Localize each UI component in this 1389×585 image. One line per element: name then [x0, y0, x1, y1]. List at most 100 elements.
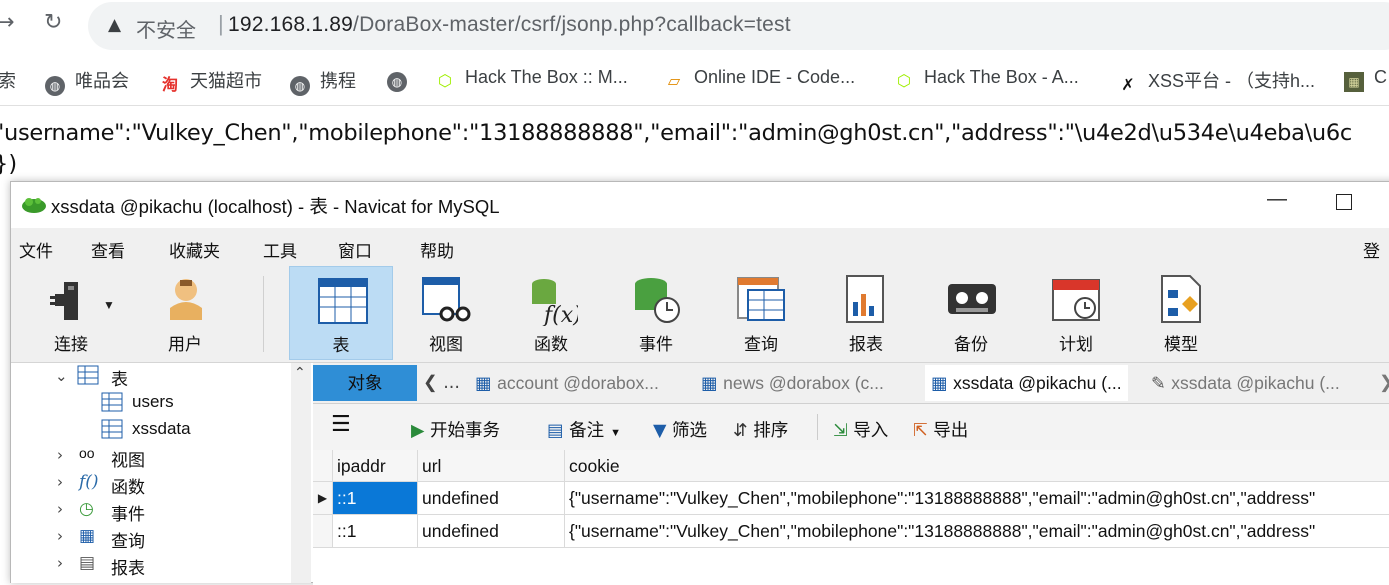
toolbar-label: 表	[332, 336, 350, 355]
maximize-icon[interactable]	[1336, 194, 1352, 210]
bookmark-item[interactable]: ◍ 携程	[290, 67, 356, 96]
toolbar-label: 报表	[849, 335, 883, 354]
tab-account[interactable]: ▦ account @dorabox...	[475, 365, 659, 401]
toolbar-table-button[interactable]: 表	[289, 266, 393, 360]
tree-tables-folder[interactable]: 表	[111, 365, 128, 390]
omnibox[interactable]: ▲ 不安全 | 192.168.1.89/DoraBox-master/csrf…	[88, 2, 1389, 50]
import-button[interactable]: ⇲ 导入	[833, 417, 888, 442]
tab-xssdata-design[interactable]: ✎ xssdata @pikachu (...	[1151, 365, 1340, 401]
filter-button[interactable]: ▼ 筛选	[653, 417, 707, 442]
toolbar-query-button[interactable]: 查询	[709, 266, 813, 360]
url-text[interactable]: 192.168.1.89/DoraBox-master/csrf/jsonp.p…	[228, 13, 791, 37]
toolbar-backup-button[interactable]: 备份	[919, 266, 1023, 360]
column-header-url[interactable]: url	[418, 450, 565, 482]
tree-queries-folder[interactable]: 查询	[111, 527, 145, 552]
xss-icon: ✗	[1121, 75, 1135, 94]
export-icon: ⇱	[913, 421, 934, 441]
menu-view[interactable]: 查看	[91, 237, 125, 262]
calendar-clock-icon	[1052, 279, 1100, 321]
navicat-logo-icon	[22, 198, 46, 213]
begin-transaction-button[interactable]: ▶ 开始事务	[411, 417, 500, 442]
bookmark-item[interactable]: 淘天猫超市	[160, 67, 262, 95]
cell-url[interactable]: undefined	[418, 482, 565, 515]
bookmark-item[interactable]: ⬡ Hack The Box - A...	[894, 67, 1079, 91]
chevron-right-icon[interactable]: ›	[57, 500, 63, 518]
toolbar-function-button[interactable]: f(x) 函数	[499, 266, 603, 360]
toolbar-schedule-button[interactable]: 计划	[1024, 266, 1128, 360]
tree-item-xssdata[interactable]: xssdata	[132, 419, 191, 439]
column-header-cookie[interactable]: cookie	[565, 450, 1389, 482]
object-tree: ⌄ 表 users xssdata › oo 视图 › f() 函数 › ◷ 事…	[11, 363, 292, 583]
cell-cookie[interactable]: {"username":"Vulkey_Chen","mobilephone":…	[565, 515, 1389, 548]
bookmark-item[interactable]: ◍	[387, 67, 417, 92]
data-grid: ipaddr url cookie ▶ ::1 undefined {"user…	[313, 450, 1389, 585]
tmall-icon: 淘	[161, 75, 178, 94]
chevron-right-icon[interactable]: ›	[57, 446, 63, 464]
toolbar-view-button[interactable]: 视图	[394, 266, 498, 360]
bookmark-item[interactable]: ▱ Online IDE - Code...	[664, 67, 855, 91]
cell-cookie[interactable]: {"username":"Vulkey_Chen","mobilephone":…	[565, 482, 1389, 515]
menu-help[interactable]: 帮助	[420, 237, 454, 262]
query-icon	[737, 277, 785, 321]
bookmark-item[interactable]: 索	[0, 67, 16, 93]
toolbar-label: 计划	[1059, 335, 1093, 354]
forward-arrow-icon[interactable]: →	[0, 10, 14, 35]
cell-ipaddr[interactable]: ::1	[333, 515, 418, 548]
tree-scrollbar[interactable]: ⌃	[291, 363, 311, 583]
export-button[interactable]: ⇱ 导出	[913, 417, 968, 442]
tree-reports-folder[interactable]: 报表	[111, 554, 145, 579]
chevron-right-icon[interactable]: ›	[57, 554, 63, 572]
menu-favorites[interactable]: 收藏夹	[169, 237, 220, 262]
row-indicator[interactable]	[313, 515, 333, 548]
tab-xssdata-active[interactable]: ▦ xssdata @pikachu (...	[925, 365, 1128, 401]
toolbar-report-button[interactable]: 报表	[814, 266, 918, 360]
tree-item-users[interactable]: users	[132, 392, 174, 412]
bookmark-item[interactable]: ⬡ Hack The Box :: M...	[435, 67, 628, 91]
warning-icon[interactable]: ▲	[108, 15, 121, 35]
tab-news[interactable]: ▦ news @dorabox (c...	[701, 365, 884, 401]
chevron-down-icon[interactable]: ▼	[610, 427, 621, 439]
menu-file[interactable]: 文件	[19, 237, 53, 262]
reload-icon[interactable]: ↻	[44, 10, 62, 35]
tab-scroll-right-icon[interactable]: ❯	[1379, 365, 1389, 401]
chevron-right-icon[interactable]: ›	[57, 473, 63, 491]
minimize-icon[interactable]: —	[1267, 188, 1287, 211]
htb-cube-icon: ⬡	[897, 71, 911, 90]
dropdown-caret-icon[interactable]: ▼	[103, 298, 115, 312]
transaction-icon: ▶	[411, 421, 431, 441]
menu-window[interactable]: 窗口	[338, 237, 372, 262]
menu-icon[interactable]: ☰	[331, 412, 351, 437]
note-button[interactable]: ▤ 备注 ▼	[547, 417, 621, 442]
toolbar-user-button[interactable]: 用户	[133, 266, 237, 360]
toolbar-connection-button[interactable]: ▼ 连接	[19, 266, 123, 360]
sort-button[interactable]: ⇵ 排序	[733, 417, 788, 442]
tab-objects[interactable]: 对象	[313, 365, 417, 401]
tree-events-folder[interactable]: 事件	[111, 500, 145, 525]
column-header-ipaddr[interactable]: ipaddr	[333, 450, 418, 482]
menu-tools[interactable]: 工具	[263, 237, 297, 262]
plug-icon	[50, 282, 78, 320]
event-icon	[635, 278, 680, 323]
globe-icon: ◍	[290, 76, 310, 96]
scroll-up-icon[interactable]: ⌃	[294, 365, 306, 381]
insecure-label[interactable]: 不安全	[136, 14, 196, 43]
backup-icon	[948, 284, 996, 314]
tree-views-folder[interactable]: 视图	[111, 446, 145, 471]
toolbar-event-button[interactable]: 事件	[604, 266, 708, 360]
bookmark-item[interactable]: ✗ XSS平台 - （支持h...	[1118, 67, 1315, 95]
cell-ipaddr[interactable]: ::1	[333, 482, 418, 515]
toolbar-model-button[interactable]: 模型	[1129, 266, 1233, 360]
table-icon: ▦	[701, 374, 724, 394]
chevron-right-icon[interactable]: ›	[57, 527, 63, 545]
menu-bar: 文件 查看 收藏夹 工具 窗口 帮助 登录	[11, 228, 1389, 286]
tree-functions-folder[interactable]: 函数	[111, 473, 145, 498]
cell-url[interactable]: undefined	[418, 515, 565, 548]
bookmark-item[interactable]: ▦ C	[1344, 67, 1387, 92]
note-icon: ▤	[547, 421, 570, 441]
table-icon: ▦	[931, 374, 954, 394]
toolbar-divider	[263, 276, 264, 352]
tab-scroll-left-icon[interactable]: ❮ ...	[423, 365, 460, 401]
chevron-down-icon[interactable]: ⌄	[55, 367, 68, 385]
row-indicator-icon[interactable]: ▶	[313, 482, 333, 515]
bookmark-item[interactable]: ◍ 唯品会	[45, 67, 129, 96]
